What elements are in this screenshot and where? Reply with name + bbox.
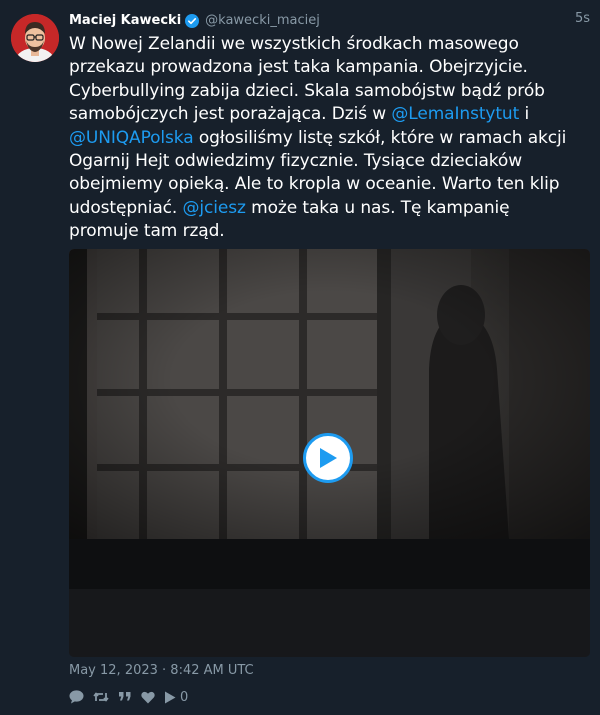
video-player[interactable] bbox=[69, 249, 590, 657]
tweet-header: Maciej Kawecki @kawecki_maciej 5s bbox=[69, 11, 590, 29]
retweet-button[interactable] bbox=[93, 690, 109, 704]
views-stat[interactable]: 0 bbox=[164, 690, 188, 705]
reply-icon bbox=[69, 690, 84, 704]
like-button[interactable] bbox=[141, 691, 155, 704]
tweet-text: i bbox=[519, 104, 530, 125]
play-icon bbox=[320, 448, 337, 468]
timestamp[interactable]: 5s bbox=[575, 11, 590, 26]
tweet-actions: 0 bbox=[69, 689, 197, 705]
tweet-date[interactable]: May 12, 2023 · 8:42 AM UTC bbox=[69, 663, 254, 678]
verified-badge-icon bbox=[185, 13, 200, 28]
author-name[interactable]: Maciej Kawecki bbox=[69, 13, 181, 28]
mention-link[interactable]: @LemaInstytut bbox=[391, 104, 519, 124]
mention-link[interactable]: @jciesz bbox=[183, 198, 246, 218]
mention-link[interactable]: @UNIQAPolska bbox=[69, 128, 194, 148]
views-count: 0 bbox=[180, 689, 189, 705]
tweet-body: W Nowej Zelandii we wszystkich środkach … bbox=[69, 33, 569, 244]
tweet: Maciej Kawecki @kawecki_maciej 5s W Nowe… bbox=[0, 0, 600, 715]
quote-button[interactable] bbox=[118, 690, 132, 704]
reply-button[interactable] bbox=[69, 690, 84, 704]
retweet-icon bbox=[93, 692, 109, 702]
avatar[interactable] bbox=[11, 14, 59, 62]
heart-icon bbox=[141, 691, 155, 703]
play-button[interactable] bbox=[303, 433, 353, 483]
author-handle[interactable]: @kawecki_maciej bbox=[205, 13, 320, 28]
quote-icon bbox=[119, 692, 131, 701]
play-icon bbox=[165, 691, 176, 703]
